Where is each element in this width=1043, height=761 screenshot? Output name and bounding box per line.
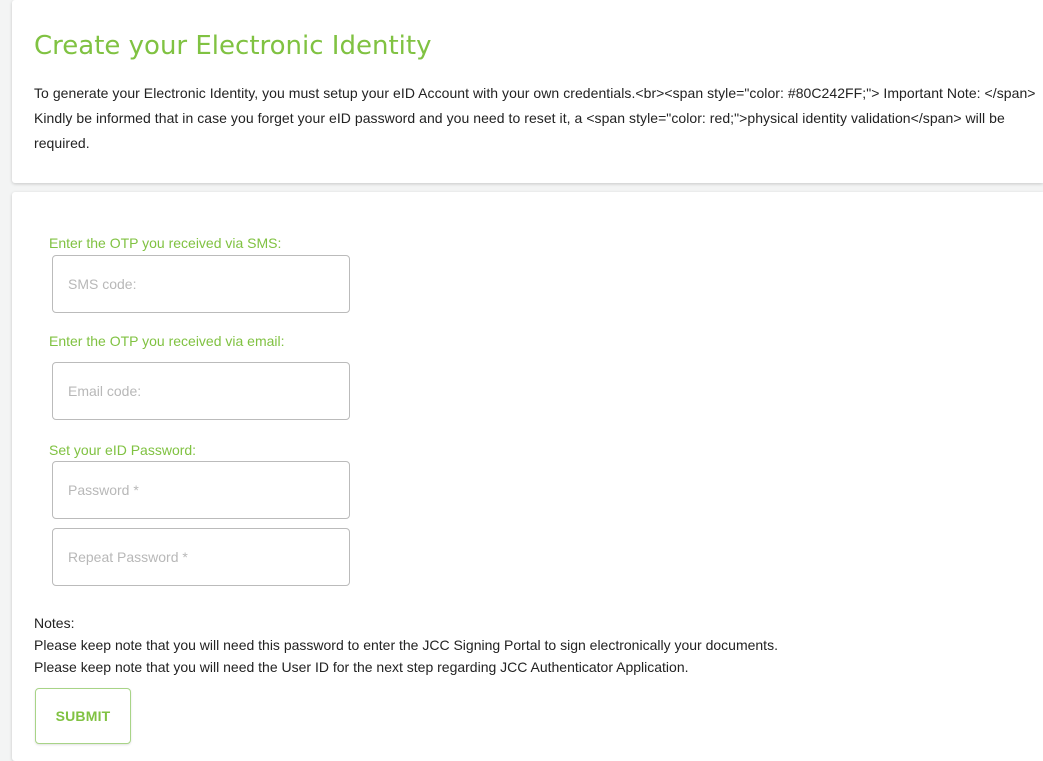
notes-line-signing-portal: Please keep note that you will need this… [34,637,778,653]
notes-section: Notes: Please keep note that you will ne… [34,612,778,678]
page-title: Create your Electronic Identity [34,31,432,61]
page: Create your Electronic Identity To gener… [0,0,1043,761]
submit-button[interactable]: SUBMIT [35,688,131,744]
email-code-input[interactable] [52,362,350,420]
repeat-password-input[interactable] [52,528,350,586]
notes-heading: Notes: [34,615,75,631]
sms-code-input[interactable] [52,255,350,313]
sms-otp-label: Enter the OTP you received via SMS: [49,235,282,251]
header-card: Create your Electronic Identity To gener… [12,0,1043,183]
intro-text: To generate your Electronic Identity, yo… [34,85,1036,151]
password-input[interactable] [52,461,350,519]
password-label: Set your eID Password: [49,442,197,458]
email-otp-label: Enter the OTP you received via email: [49,333,285,349]
notes-line-user-id: Please keep note that you will need the … [34,659,689,675]
eid-form-card: Enter the OTP you received via SMS: Ente… [12,192,1043,761]
